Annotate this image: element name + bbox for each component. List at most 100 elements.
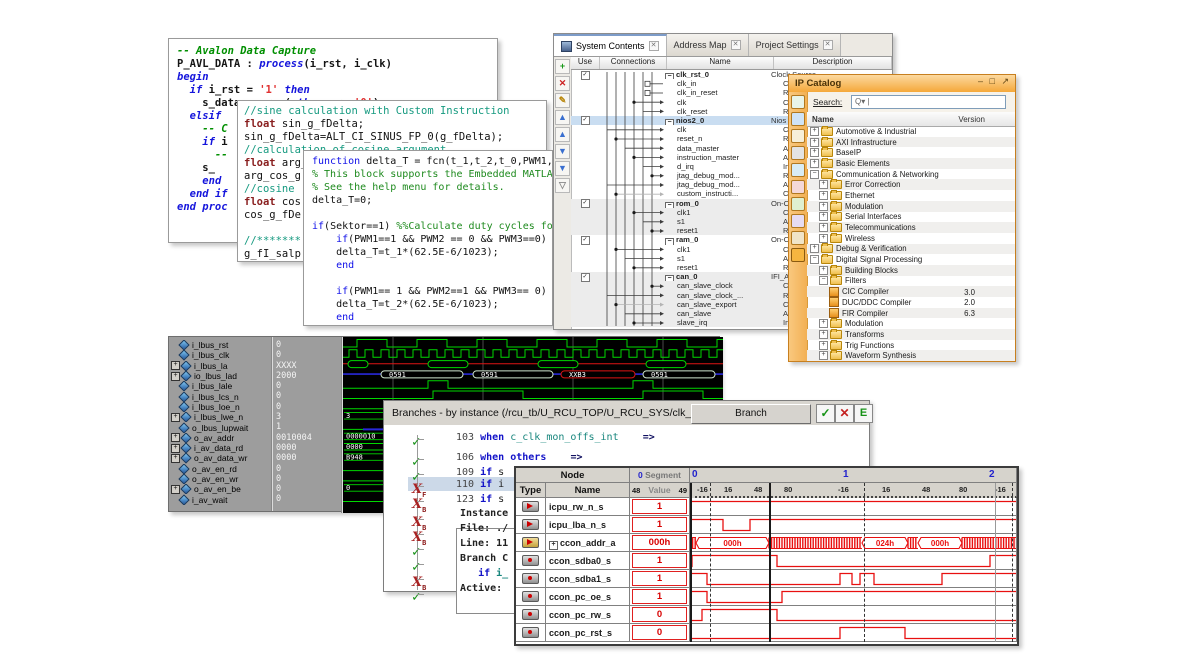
signal-row[interactable]: +i_lbus_la <box>169 361 271 371</box>
expander-icon[interactable]: + <box>810 148 819 157</box>
tree-item[interactable]: +Debug & Verification <box>807 244 1015 255</box>
pass-filter-button[interactable]: ✓ <box>816 404 835 423</box>
signal-row[interactable]: i_lbus_rst <box>169 340 271 350</box>
minimize-icon[interactable]: – <box>978 76 985 86</box>
catalog-tool-icon[interactable] <box>791 197 805 211</box>
catalog-tool-icon[interactable] <box>791 146 805 160</box>
catalog-tool-icon[interactable] <box>791 163 805 177</box>
expander-icon[interactable]: + <box>819 202 828 211</box>
wave-cell[interactable] <box>690 606 1017 624</box>
node-name-cell[interactable]: icpu_rw_n_s <box>546 498 630 516</box>
expander-icon[interactable]: + <box>819 223 828 232</box>
add-icon[interactable]: + <box>555 59 570 74</box>
tab-address-map[interactable]: Address Map ✕ <box>667 34 749 56</box>
expand-icon[interactable]: + <box>171 444 180 453</box>
expander-icon[interactable]: + <box>810 244 819 253</box>
wave-cell[interactable] <box>690 624 1017 642</box>
tree-item[interactable]: +Basic Elements <box>807 158 1015 169</box>
tree-item[interactable]: +Automotive & Industrial <box>807 126 1015 137</box>
coverage-code-line[interactable]: 106 when others => <box>456 452 582 463</box>
expander-icon[interactable]: + <box>819 341 828 350</box>
expander-icon[interactable]: + <box>819 351 828 360</box>
expand-icon[interactable]: + <box>171 485 180 494</box>
node-name-cell[interactable]: icpu_lba_n_s <box>546 516 630 534</box>
tree-item[interactable]: +Wireless <box>807 233 1015 244</box>
expand-icon[interactable]: + <box>171 361 180 370</box>
tree-item[interactable]: DUC/DDC Compiler <box>807 297 1015 308</box>
tree-item[interactable]: −Communication & Networking <box>807 169 1015 180</box>
tree-item[interactable]: +Modulation <box>807 201 1015 212</box>
float-icon[interactable]: ↗ <box>1001 76 1011 86</box>
signal-name-panel[interactable]: i_lbus_rsti_lbus_clk+i_lbus_la+io_lbus_l… <box>169 337 271 511</box>
expand-icon[interactable]: + <box>549 541 558 550</box>
signal-row[interactable]: i_lbus_clk <box>169 350 271 360</box>
expander-icon[interactable]: − <box>810 170 819 179</box>
catalog-tool-icon[interactable] <box>791 95 805 109</box>
node-name-cell[interactable]: ccon_sdba0_s <box>546 552 630 570</box>
col-use[interactable]: Use <box>571 57 600 69</box>
expander-icon[interactable]: + <box>819 234 828 243</box>
expander-icon[interactable]: + <box>819 212 828 221</box>
signal-row[interactable]: +o_av_data_wr <box>169 453 271 463</box>
wave-cell[interactable]: 000h024h000h <box>690 534 1017 552</box>
tree-item[interactable]: +Transforms <box>807 329 1015 340</box>
signal-row[interactable]: o_lbus_lupwait <box>169 422 271 432</box>
signal-row[interactable]: i_lbus_loe_n <box>169 402 271 412</box>
catalog-tool-icon[interactable] <box>791 214 805 228</box>
tree-item[interactable]: +AXI Infrastructure <box>807 137 1015 148</box>
tree-item[interactable]: −Digital Signal Processing <box>807 254 1015 265</box>
signal-row[interactable]: +o_av_en_be <box>169 484 271 494</box>
branch-button[interactable]: Branch <box>691 404 811 424</box>
catalog-tool-icon[interactable] <box>791 112 805 126</box>
node-name-cell[interactable]: ccon_pc_rst_s <box>546 624 630 642</box>
node-name-cell[interactable]: ccon_pc_oe_s <box>546 588 630 606</box>
fail-filter-button[interactable]: ✕ <box>835 404 854 423</box>
expander-icon[interactable]: + <box>810 159 819 168</box>
remove-icon[interactable]: ✕ <box>555 76 570 91</box>
tab-project-settings[interactable]: Project Settings ✕ <box>749 34 841 56</box>
col-description[interactable]: Description <box>774 57 892 69</box>
expander-icon[interactable]: + <box>810 127 819 136</box>
tree-item[interactable]: +Trig Functions <box>807 340 1015 351</box>
signal-row[interactable]: +io_lbus_lad <box>169 371 271 381</box>
coverage-code-line[interactable]: 109 if s <box>456 467 504 478</box>
tree-item[interactable]: +Error Correction <box>807 179 1015 190</box>
signal-row[interactable]: +o_av_addr <box>169 433 271 443</box>
exclude-filter-button[interactable]: E <box>854 404 873 423</box>
use-checkbox[interactable]: ✓ <box>581 199 590 208</box>
tree-item[interactable]: CIC Compiler <box>807 286 1015 297</box>
col-version[interactable]: Version <box>958 115 985 124</box>
col-connections[interactable]: Connections <box>600 57 667 69</box>
use-checkbox[interactable]: ✓ <box>581 71 590 80</box>
catalog-tool-icon[interactable] <box>791 180 805 194</box>
use-checkbox[interactable]: ✓ <box>581 116 590 125</box>
wave-cell[interactable] <box>690 552 1017 570</box>
wave-cell[interactable] <box>690 588 1017 606</box>
catalog-tool-icon[interactable] <box>791 248 805 262</box>
expander-icon[interactable]: + <box>810 138 819 147</box>
search-input[interactable]: Q▾ | <box>851 95 1006 109</box>
expander-icon[interactable]: + <box>819 319 828 328</box>
expander-icon[interactable]: + <box>819 330 828 339</box>
expand-icon[interactable]: + <box>171 413 180 422</box>
move-bottom-icon[interactable]: ▼ <box>555 161 570 176</box>
node-name-cell[interactable]: ccon_pc_rw_s <box>546 606 630 624</box>
maximize-icon[interactable]: □ <box>990 76 997 86</box>
signal-row[interactable]: +i_lbus_lwe_n <box>169 412 271 422</box>
col-name[interactable]: Name <box>667 57 774 69</box>
wave-cell[interactable] <box>690 516 1017 534</box>
move-top-icon[interactable]: ▲ <box>555 110 570 125</box>
expand-icon[interactable]: + <box>171 433 180 442</box>
edit-icon[interactable]: ✎ <box>555 93 570 108</box>
node-name-cell[interactable]: ccon_sdba1_s <box>546 570 630 588</box>
tree-item[interactable]: −Filters <box>807 276 1015 287</box>
tree-item[interactable]: +Ethernet <box>807 190 1015 201</box>
expand-icon[interactable]: + <box>171 372 180 381</box>
signal-row[interactable]: i_lbus_lale <box>169 381 271 391</box>
use-checkbox[interactable]: ✓ <box>581 236 590 245</box>
tree-item[interactable]: +BaseIP <box>807 147 1015 158</box>
close-icon[interactable]: ✕ <box>731 40 741 50</box>
expander-icon[interactable]: + <box>819 191 828 200</box>
tab-system-contents[interactable]: System Contents ✕ <box>554 34 667 56</box>
tree-item[interactable]: +Modulation <box>807 318 1015 329</box>
